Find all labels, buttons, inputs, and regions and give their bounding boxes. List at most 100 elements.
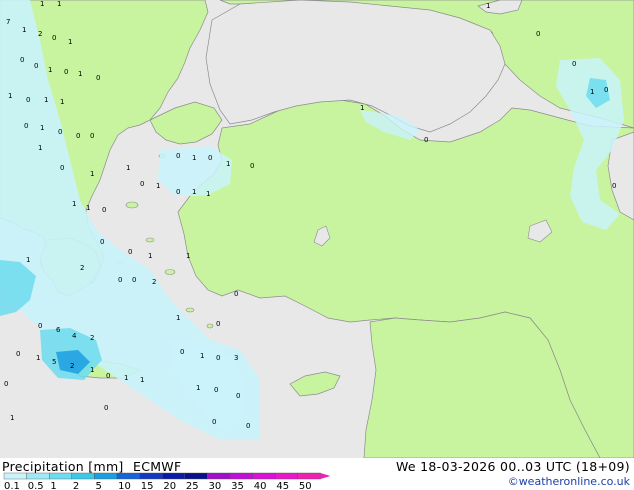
legend-swatches [3,472,331,480]
grid-value: 1 [40,0,44,8]
grid-value: 0 [236,392,240,400]
legend-swatch [184,472,208,480]
legend-swatch [26,472,50,480]
grid-value: 1 [226,160,230,168]
grid-value: 1 [196,384,200,392]
grid-value: 1 [57,0,61,8]
island [206,323,214,329]
grid-value: 0 [176,152,180,160]
grid-value: 0 [20,56,24,64]
grid-value: 0 [24,122,28,130]
grid-value: 1 [10,414,14,422]
grid-value: 0 [180,348,184,356]
grid-value: 0 [536,30,540,38]
grid-value: 0 [34,62,38,70]
grid-value: 2 [90,334,94,342]
grid-value: 1 [40,124,44,132]
grid-value: 0 [612,182,616,190]
grid-value: 1 [68,38,72,46]
legend-tick-label: 35 [231,481,244,490]
island [145,237,155,243]
legend-tick-label: 45 [276,481,289,490]
legend-swatch [49,472,73,480]
legend-tick-label: 30 [209,481,222,490]
grid-value: 1 [360,104,364,112]
grid-value: 0 [96,74,100,82]
legend-swatch [71,472,95,480]
grid-value: 0 [216,354,220,362]
grid-value: 0 [572,60,576,68]
grid-value: 0 [234,290,238,298]
legend-tick-label: 10 [118,481,131,490]
legend-swatch [3,472,27,480]
grid-value: 1 [486,2,490,10]
grid-value: 0 [76,132,80,140]
grid-value: 1 [148,252,152,260]
legend-swatch [139,472,163,480]
grid-value: 0 [100,238,104,246]
grid-value: 0 [212,418,216,426]
grid-value: 2 [80,264,84,272]
grid-value: 0 [16,350,20,358]
legend-tick-label: 5 [96,481,102,490]
legend-tick-label: 50 [299,481,312,490]
legend-tick-label: 0.5 [28,481,44,490]
grid-value: 1 [44,96,48,104]
grid-value: 1 [590,88,594,96]
legend-tick-label: 25 [186,481,199,490]
grid-value: 1 [192,154,196,162]
grid-value: 0 [38,322,42,330]
legend-tick-label: 20 [163,481,176,490]
grid-value: 1 [36,354,40,362]
grid-value: 2 [70,362,74,370]
grid-value: 0 [64,68,68,76]
grid-value: 7 [6,18,10,26]
grid-value: 0 [214,386,218,394]
grid-value: 1 [86,204,90,212]
legend-tick-label: 0.1 [4,481,20,490]
grid-value: 1 [156,182,160,190]
grid-value: 1 [124,374,128,382]
grid-value: 2 [152,278,156,286]
grid-value: 0 [250,162,254,170]
grid-value: 4 [72,332,77,340]
island [164,269,176,275]
legend-swatch [275,472,299,480]
legend-tick-label: 2 [73,481,79,490]
grid-value: 1 [26,256,30,264]
grid-value: 2 [38,30,42,38]
grid-value: 0 [604,86,608,94]
legend-swatch [297,472,321,480]
legend-tick-label: 40 [254,481,267,490]
precipitation-legend: 0.1 0.5 1 2 5 10 15 20 25 30 35 40 45 50 [3,472,331,490]
credit-link[interactable]: ©weatheronline.co.uk [508,475,630,488]
grid-value: 1 [38,144,42,152]
legend-swatch [94,472,118,480]
legend-tick-label: 1 [50,481,56,490]
legend-swatch [207,472,231,480]
grid-value: 0 [104,404,108,412]
grid-value: 0 [216,320,220,328]
legend-ticks: 0.1 0.5 1 2 5 10 15 20 25 30 35 40 45 50 [4,481,312,490]
grid-value: 6 [56,326,61,334]
grid-value: 1 [192,188,196,196]
grid-value: 0 [176,188,180,196]
island [125,201,139,209]
legend-swatch [252,472,276,480]
grid-value: 1 [126,164,130,172]
grid-value: 0 [4,380,8,388]
grid-value: 0 [132,276,136,284]
legend-swatch [116,472,140,480]
grid-value: 1 [48,66,52,74]
grid-value: 1 [206,190,210,198]
grid-value: 1 [186,252,190,260]
grid-value: 0 [208,154,212,162]
grid-value: 1 [140,376,144,384]
grid-value: 0 [102,206,106,214]
grid-value: 1 [72,200,76,208]
grid-value: 1 [78,70,82,78]
legend-swatch [229,472,253,480]
legend-tick-label: 15 [141,481,154,490]
grid-value: 0 [140,180,144,188]
grid-value: 1 [60,98,64,106]
